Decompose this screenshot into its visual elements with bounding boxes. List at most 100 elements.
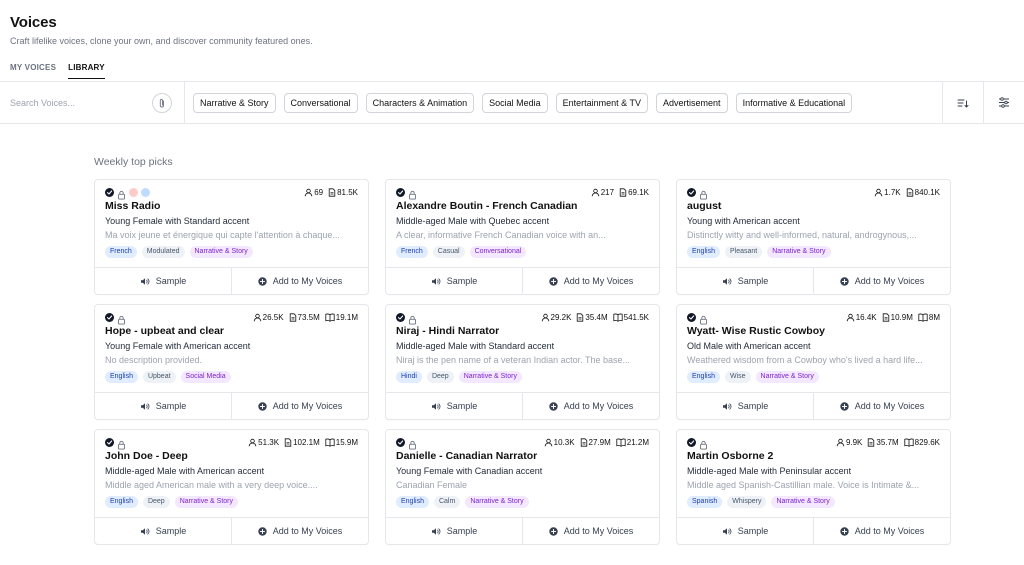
voice-card[interactable]: 51.3K 102.1M 15.9M John Doe - Deep Middle-… [94, 429, 369, 545]
sample-button[interactable]: Sample [95, 518, 231, 544]
trait-tag[interactable]: Pleasant [724, 246, 763, 258]
add-to-my-voices-button[interactable]: Add to My Voices [522, 518, 659, 544]
sample-button[interactable]: Sample [386, 268, 522, 294]
sample-button[interactable]: Sample [95, 393, 231, 419]
sample-button[interactable]: Sample [386, 518, 522, 544]
lock-icon [117, 437, 126, 450]
category-chip-social-media[interactable]: Social Media [482, 92, 548, 113]
category-tag[interactable]: Conversational [469, 246, 527, 258]
voice-name[interactable]: Alexandre Boutin - French Canadian [396, 200, 577, 212]
language-tag[interactable]: Hindi [396, 371, 422, 383]
sample-button[interactable]: Sample [386, 393, 522, 419]
voice-badges [687, 437, 708, 450]
voice-stat-value: 81.5K [337, 187, 358, 197]
add-to-my-voices-button[interactable]: Add to My Voices [522, 393, 659, 419]
filter-settings-button[interactable] [983, 82, 1024, 123]
category-chip-advertisement[interactable]: Advertisement [656, 92, 728, 113]
add-to-my-voices-button[interactable]: Add to My Voices [813, 518, 950, 544]
voice-stat-value: 10.3K [553, 437, 575, 447]
trait-tag[interactable]: Wise [724, 371, 751, 383]
category-tag[interactable]: Narrative & Story [465, 496, 529, 508]
sample-button[interactable]: Sample [677, 268, 813, 294]
category-chip-narrative[interactable]: Narrative & Story [193, 92, 276, 113]
characters-icon [619, 187, 627, 197]
voice-card[interactable]: 69 81.5K Miss Radio Young Female with Sta… [94, 179, 369, 295]
language-tag[interactable]: English [687, 246, 720, 258]
category-tag[interactable]: Narrative & Story [767, 246, 831, 258]
add-label: Add to My Voices [272, 526, 343, 536]
sample-button[interactable]: Sample [95, 268, 231, 294]
voice-name[interactable]: Miss Radio [105, 200, 160, 212]
category-tag[interactable]: Social Media [180, 371, 231, 383]
language-tag[interactable]: English [396, 496, 429, 508]
voice-name[interactable]: John Doe - Deep [105, 450, 188, 462]
add-to-my-voices-button[interactable]: Add to My Voices [813, 393, 950, 419]
category-chip-conversational[interactable]: Conversational [283, 92, 358, 113]
category-chip-entertainment[interactable]: Entertainment & TV [555, 92, 649, 113]
voice-tags: French Modulated Narrative & Story [105, 246, 253, 258]
filter-toolbar: Narrative & Story Conversational Charact… [0, 81, 1024, 124]
users-icon [304, 188, 313, 197]
trait-tag[interactable]: Casual [432, 246, 465, 258]
category-tag[interactable]: Narrative & Story [755, 371, 819, 383]
add-label: Add to My Voices [563, 276, 634, 286]
add-to-my-voices-button[interactable]: Add to My Voices [231, 268, 368, 294]
tab-my-voices[interactable]: MY VOICES [10, 63, 56, 79]
sample-button[interactable]: Sample [677, 518, 813, 544]
voice-card[interactable]: 26.5K 73.5M 19.1M Hope - upbeat and clear … [94, 304, 369, 420]
voice-stat: 8M [918, 313, 940, 322]
voice-card[interactable]: 217 69.1K Alexandre Boutin - French Canad… [385, 179, 660, 295]
verified-icon [105, 437, 114, 447]
search-input[interactable] [10, 97, 140, 108]
voice-name[interactable]: Hope - upbeat and clear [105, 325, 224, 337]
sort-button[interactable] [942, 82, 983, 123]
category-tag[interactable]: Narrative & Story [771, 496, 835, 508]
voice-stat: 217 [591, 188, 614, 197]
speaker-icon [140, 277, 150, 286]
category-tag[interactable]: Narrative & Story [174, 496, 238, 508]
voice-name[interactable]: Niraj - Hindi Narrator [396, 325, 499, 337]
category-chip-informative[interactable]: Informative & Educational [735, 92, 853, 113]
language-tag[interactable]: English [105, 496, 138, 508]
voice-card[interactable]: 16.4K 10.9M 8M Wyatt- Wise Rustic Cowboy O… [676, 304, 951, 420]
tab-library[interactable]: LIBRARY [68, 63, 105, 79]
voice-stat: 35.4M [576, 313, 608, 322]
voice-name[interactable]: august [687, 200, 721, 212]
voice-card[interactable]: 29.2K 35.4M 541.5K Niraj - Hindi Narrator … [385, 304, 660, 420]
language-tag[interactable]: English [687, 371, 720, 383]
language-tag[interactable]: French [396, 246, 428, 258]
add-to-my-voices-button[interactable]: Add to My Voices [231, 393, 368, 419]
voice-name[interactable]: Wyatt- Wise Rustic Cowboy [687, 325, 825, 337]
search-box [0, 82, 185, 123]
voice-description: Canadian Female [396, 480, 468, 490]
card-actions: Sample Add to My Voices [386, 267, 659, 294]
language-tag[interactable]: French [105, 246, 137, 258]
category-tag[interactable]: Narrative & Story [458, 371, 522, 383]
add-label: Add to My Voices [272, 401, 343, 411]
voice-card[interactable]: 10.3K 27.9M 21.2M Danielle - Canadian Narr… [385, 429, 660, 545]
category-chips: Narrative & Story Conversational Charact… [185, 92, 942, 113]
voice-name[interactable]: Martin Osborne 2 [687, 450, 773, 462]
voice-card[interactable]: 9.9K 35.7M 829.6K Martin Osborne 2 Middle-… [676, 429, 951, 545]
sample-button[interactable]: Sample [677, 393, 813, 419]
add-to-my-voices-button[interactable]: Add to My Voices [813, 268, 950, 294]
voice-stat: 9.9K [836, 438, 862, 447]
trait-tag[interactable]: Deep [426, 371, 454, 383]
trait-tag[interactable]: Whispery [727, 496, 767, 508]
voice-name[interactable]: Danielle - Canadian Narrator [396, 450, 537, 462]
category-tag[interactable]: Narrative & Story [189, 246, 253, 258]
voice-stats: 69 81.5K [304, 188, 358, 197]
language-tag[interactable]: English [105, 371, 138, 383]
add-to-my-voices-button[interactable]: Add to My Voices [231, 518, 368, 544]
add-to-my-voices-button[interactable]: Add to My Voices [522, 268, 659, 294]
trait-tag[interactable]: Modulated [141, 246, 185, 258]
book-icon [904, 438, 914, 447]
attach-audio-button[interactable] [152, 93, 172, 113]
trait-tag[interactable]: Deep [142, 496, 170, 508]
voice-stat-value: 840.1K [914, 187, 940, 197]
language-tag[interactable]: Spanish [687, 496, 723, 508]
trait-tag[interactable]: Calm [433, 496, 461, 508]
voice-card[interactable]: 1.7K 840.1K august Young with American ac… [676, 179, 951, 295]
category-chip-characters[interactable]: Characters & Animation [365, 92, 475, 113]
trait-tag[interactable]: Upbeat [142, 371, 176, 383]
